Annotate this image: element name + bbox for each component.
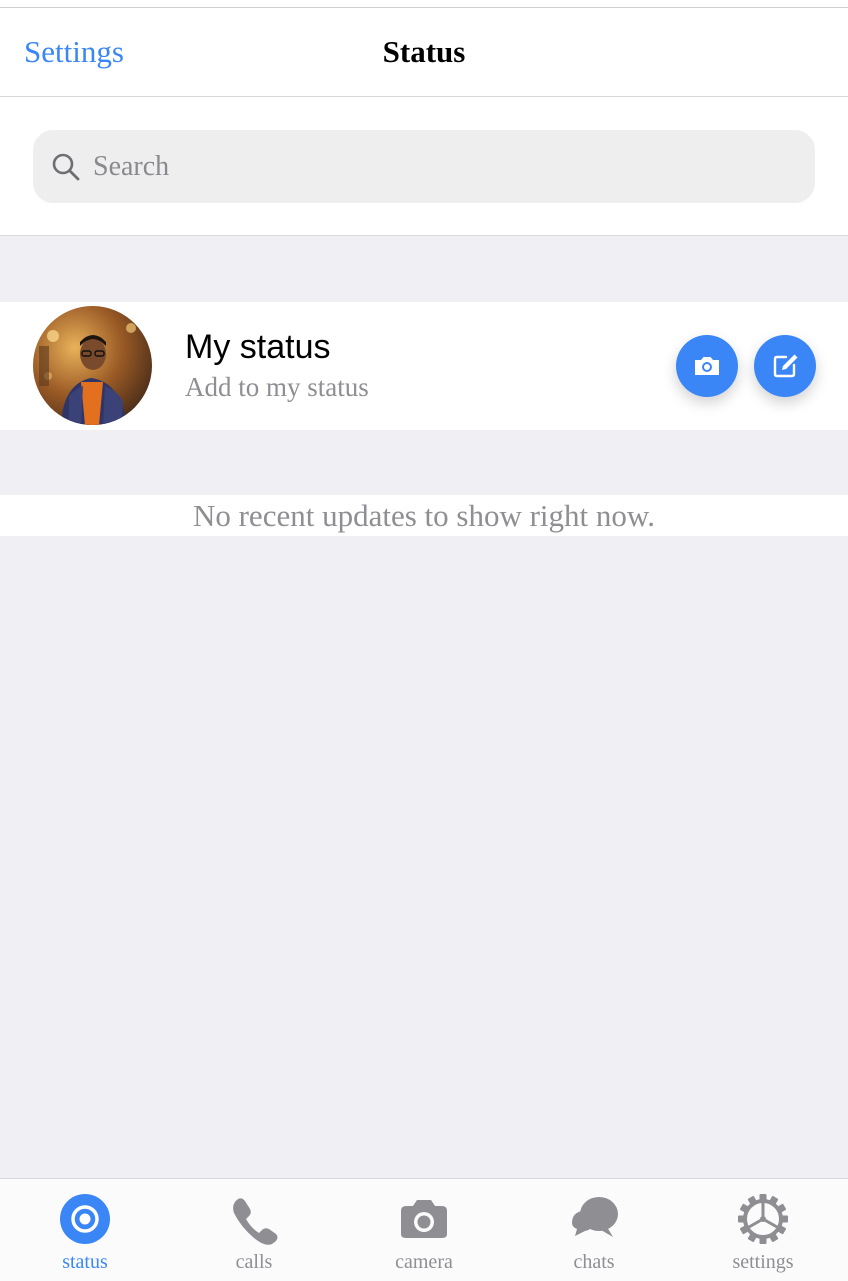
gear-icon — [738, 1194, 788, 1244]
navigation-bar: Settings Status — [0, 8, 848, 97]
tab-bar: status calls camera chats settings — [0, 1178, 848, 1281]
empty-updates-message: No recent updates to show right now. — [0, 495, 848, 536]
tab-camera-label: camera — [395, 1251, 453, 1273]
search-input[interactable] — [93, 130, 793, 203]
my-status-subtitle: Add to my status — [185, 372, 369, 402]
pencil-icon — [773, 354, 798, 378]
camera-status-button[interactable] — [676, 335, 738, 397]
page-title: Status — [382, 34, 466, 69]
search-icon — [52, 153, 80, 181]
chat-bubbles-icon — [572, 1197, 618, 1237]
tab-status[interactable]: status — [0, 1179, 170, 1281]
my-status-title: My status — [185, 328, 331, 366]
avatar-photo — [33, 306, 152, 425]
tab-status-label: status — [62, 1251, 108, 1273]
settings-back-button[interactable]: Settings — [24, 8, 124, 96]
avatar — [33, 306, 152, 425]
text-status-button[interactable] — [754, 335, 816, 397]
status-icon — [60, 1194, 110, 1244]
tab-settings[interactable]: settings — [678, 1179, 848, 1281]
search-section — [0, 97, 848, 236]
tab-chats-label: chats — [573, 1251, 615, 1273]
tab-calls[interactable]: calls — [169, 1179, 339, 1281]
search-box[interactable] — [33, 130, 815, 203]
my-status-row[interactable]: My status Add to my status — [0, 302, 848, 430]
camera-icon — [695, 357, 719, 375]
tab-settings-label: settings — [732, 1251, 794, 1273]
tab-calls-label: calls — [235, 1251, 273, 1273]
status-bar-strip — [0, 0, 848, 8]
camera-icon — [401, 1200, 447, 1238]
tab-chats[interactable]: chats — [509, 1179, 679, 1281]
phone-icon — [233, 1198, 278, 1245]
tab-camera[interactable]: camera — [339, 1179, 509, 1281]
